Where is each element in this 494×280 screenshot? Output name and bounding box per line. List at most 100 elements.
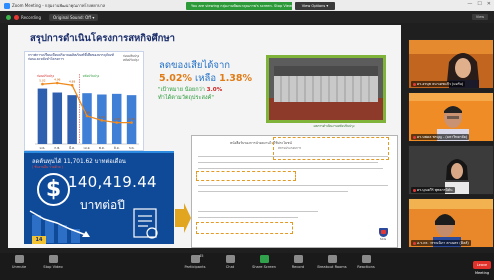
meeting-toolbar: Unmute Stop Video Participants 45 Chat S… [0,253,494,280]
target-line2: ทำได้ตามวัตถุประสงค์" [158,94,214,101]
chart-bar [67,95,77,144]
chart-point [115,121,119,124]
participant-video[interactable]: ดร.นพดล พรบุญ - (มหาวิทยาลัย) [408,92,494,142]
participant-name: ดร.นพดล พรบุญ - (มหาวิทยาลัย) [411,134,470,140]
waste-mid: เหลือ [195,73,217,84]
chat-icon [225,255,235,263]
highlight-box [196,171,296,181]
doc-line [198,185,388,186]
org-logo: SCG [374,228,392,243]
viewing-message: You are viewing กลุ่มงานพัฒนาคุณภาพ's sc… [186,1,292,10]
unmute-button[interactable]: Unmute [2,255,36,269]
maximize-button[interactable]: ☐ [477,1,481,7]
chart-bar [82,93,92,144]
participants-button[interactable]: Participants [178,255,212,269]
participant-name: อ.ร.ดร. วรรณนิภา ตาเนตร (มิลส์) [411,240,471,246]
doc-line [198,191,348,192]
chart-x-tick: มี.ค. [69,146,75,150]
zoom-logo-icon [4,2,10,9]
breakout-rooms-icon [327,255,337,263]
reactions-button[interactable]: Reactions [349,255,383,269]
window-title: Zoom Meeting - กลุ่มงานพัฒนาคุณภาพโรงพยา… [12,3,106,8]
window-controls: — ☐ ✕ [467,1,491,7]
participant-video[interactable]: ดร.อรนุช ธนาเดชแก้ว (มอรับ) [408,39,494,89]
doc-line [198,211,318,212]
chart-x-tick: ม.ค. [39,146,45,150]
screen-share-banner: You are viewing กลุ่มงานพัฒนาคุณภาพ's sc… [186,1,356,10]
chart-data-label: 4.96 [54,78,60,82]
doc-line [198,168,383,169]
recording-bar: Recording Original Sound: Off ▾ [0,11,494,23]
view-button[interactable]: View [472,14,488,20]
target-text: "เป้าหมาย น้อยกว่า 3.0% ทำได้ตามวัตถุประ… [158,87,278,102]
close-button[interactable]: ✕ [487,1,491,7]
chart-point [70,83,74,87]
chart-x-tick: พ.ค. [99,146,105,150]
muted-mic-icon [413,82,416,86]
muted-mic-icon [413,241,416,245]
reactions-icon [361,255,371,263]
security-shield-icon[interactable] [6,14,11,20]
participant-gallery: ดร.อรนุช ธนาเดชแก้ว (มอรับ) ดร.นพดล พรบุ… [408,39,494,259]
savings-note: ( ชั้นงานอื่น ร่วมด้วย ) [32,165,63,169]
waste-chart: กราฟการเปรียบเทียบปริมาณผลิตภัณฑ์ที่เสีย… [24,51,144,151]
shared-slide: สรุปการดำเนินโครงการสหกิจศึกษา กราฟการเป… [8,25,401,248]
yearly-savings: 140,419.44 [68,173,157,191]
product-photo-image [269,58,383,120]
dollar-icon: $ [37,173,70,206]
share-screen-button[interactable]: Share Screen [247,255,281,269]
photo-caption: ผลการดำเนินงานหลังปรับปรุง [313,124,355,128]
doc-line [198,217,298,218]
muted-mic-icon [413,188,416,192]
chart-tag-after: หลังปรับปรุง [83,74,100,79]
chart-data-label: 1.98 [84,111,90,115]
stop-video-button[interactable]: Stop Video [36,255,70,269]
waste-to: 1.38% [219,73,253,84]
chart-point [55,81,59,85]
target-line1: "เป้าหมาย น้อยกว่า [158,87,205,93]
chart-data-label: 5.02 [39,79,45,83]
participant-name: ดร.บุณยวีร์ พุทธกรนิตัน [411,187,455,193]
zoom-window: Zoom Meeting - กลุ่มงานพัฒนาคุณภาพโรงพยา… [0,0,494,280]
waste-line1: ลดของเสียได้จาก [159,60,231,71]
shield-logo-icon [378,228,388,237]
recording-label: Recording [21,14,42,20]
chart-data-label: 1.56 [99,115,105,119]
highlight-box [196,222,293,234]
doc-line [198,162,378,163]
view-options-button[interactable]: View Options ▾ [295,1,335,10]
muted-mic-icon [413,135,416,139]
leave-meeting-button[interactable]: Leave Meeting [473,261,491,275]
participant-video[interactable]: ดร.บุณยวีร์ พุทธกรนิตัน [408,145,494,195]
yearly-unit: บาทต่อปี [80,198,125,212]
microphone-icon [14,255,24,263]
slide-page-number: 14 [32,236,46,244]
chart-x-tick: เม.ย. [84,146,91,150]
original-sound-toggle[interactable]: Original Sound: Off ▾ [49,13,99,21]
chart-point [41,82,44,86]
slide-title: สรุปการดำเนินโครงการสหกิจศึกษา [30,33,176,44]
participant-video[interactable]: อ.ร.ดร. วรรณนิภา ตาเนตร (มิลส์) [408,198,494,248]
participant-name: ดร.อรนุช ธนาเดชแก้ว (มอรับ) [411,81,466,87]
minimize-button[interactable]: — [467,1,472,7]
record-icon [293,255,303,263]
record-button[interactable]: Record [281,255,315,269]
breakout-rooms-button[interactable]: Breakout Rooms [315,255,349,269]
chart-bar [52,92,63,144]
chart-x-tick: มิ.ย. [114,146,120,150]
chart-point [85,114,89,118]
chart-data-label: 1.38 [114,117,120,121]
video-camera-icon [48,255,58,263]
chart-point [100,119,104,122]
arrow-right-icon [175,203,191,233]
product-photo [266,55,386,123]
chart-bar [37,88,48,144]
waste-from: 5.02% [159,73,192,84]
chat-button[interactable]: Chat [213,255,247,269]
chart-x-tick: ก.ค. [129,146,135,150]
chart-data-label: 1.38 [128,117,134,121]
participants-count: 45 [199,254,204,258]
highlight-box [273,137,389,160]
chart-point [130,121,133,124]
waste-reduction-text: ลดของเสียได้จาก 5.02% เหลือ 1.38% [159,59,281,85]
